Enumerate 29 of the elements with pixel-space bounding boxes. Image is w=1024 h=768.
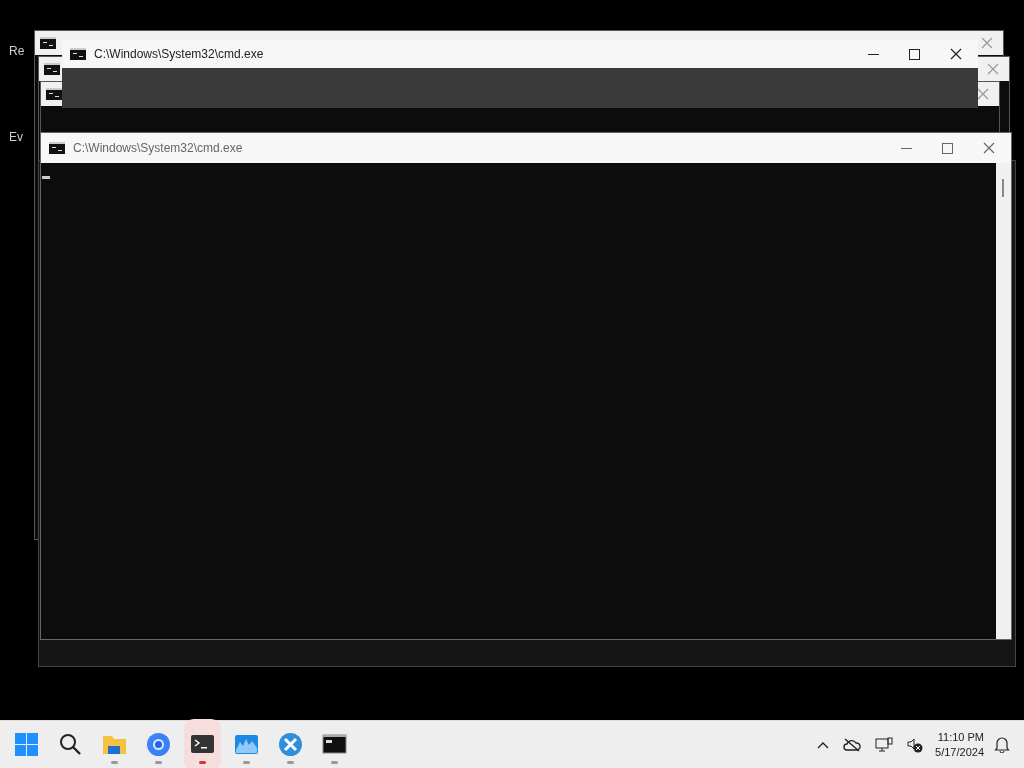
chart-icon[interactable]: [234, 732, 259, 757]
window-title: C:\Windows\System32\cmd.exe: [73, 140, 244, 157]
monitor-icon[interactable]: [875, 736, 894, 753]
maximize-icon[interactable]: [909, 48, 920, 60]
console-icon: [46, 88, 62, 100]
console-icon[interactable]: [322, 732, 347, 757]
console-icon: [44, 63, 60, 75]
console-icon: [70, 48, 86, 60]
browser-icon[interactable]: [146, 732, 171, 757]
console-window[interactable]: C:\Windows\System32\cmd.exe: [40, 132, 1012, 640]
clock-date[interactable]: 5/17/2024: [935, 744, 984, 760]
console-icon: [49, 142, 65, 154]
speaker-muted-icon[interactable]: [907, 736, 924, 753]
text-cursor: [42, 176, 50, 179]
desktop-icon-label[interactable]: Re: [9, 42, 25, 60]
cloud-off-icon[interactable]: [843, 737, 862, 752]
search-icon[interactable]: [58, 732, 83, 757]
chevron-up-icon[interactable]: [817, 740, 830, 749]
console-window[interactable]: C:\Windows\System32\cmd.exe: [62, 40, 978, 108]
window-title: C:\Windows\System32\cmd.exe: [94, 46, 265, 63]
x-logo-icon[interactable]: [278, 732, 303, 757]
close-icon[interactable]: [950, 48, 962, 60]
console-icon: [40, 37, 56, 49]
desktop-icon-label[interactable]: Ev: [9, 128, 23, 146]
minimize-icon[interactable]: [868, 53, 879, 55]
windows-logo-icon[interactable]: [14, 732, 39, 757]
close-icon[interactable]: [977, 88, 989, 100]
bell-icon[interactable]: [994, 736, 1010, 753]
clock-time[interactable]: 11:10 PM: [937, 729, 984, 745]
